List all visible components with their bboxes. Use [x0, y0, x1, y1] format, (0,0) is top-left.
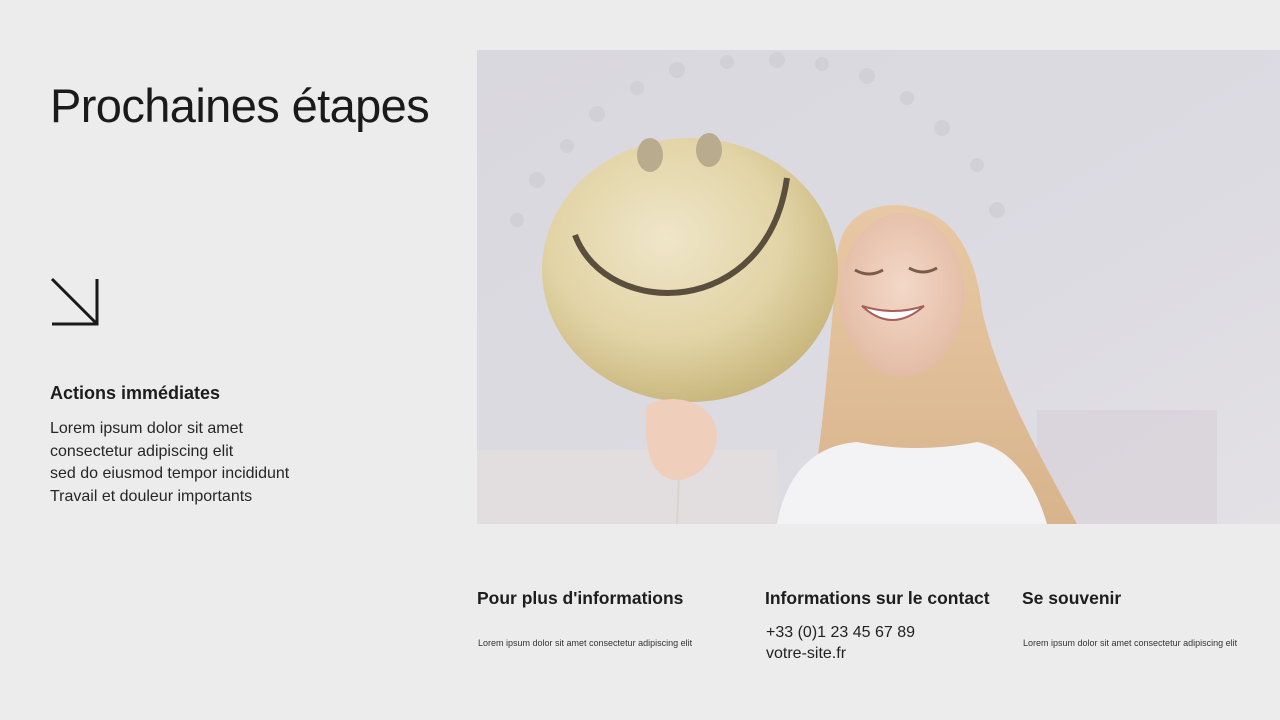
- contact-website: votre-site.fr: [766, 645, 847, 662]
- info-text: Lorem ipsum dolor sit amet consectetur a…: [478, 638, 693, 648]
- remember-text: Lorem ipsum dolor sit amet consectetur a…: [1023, 638, 1238, 648]
- contact-phone: +33 (0)1 23 45 67 89: [766, 624, 916, 641]
- list-item: Lorem ipsum dolor sit amet: [50, 420, 243, 437]
- list-item: Travail et douleur importants: [50, 487, 253, 505]
- info-heading: Pour plus d'informations: [477, 588, 684, 608]
- page-title: Prochaines étapes: [50, 79, 430, 132]
- actions-heading: Actions immédiates: [50, 383, 221, 403]
- hero-photo: [477, 50, 1280, 524]
- remember-heading: Se souvenir: [1022, 588, 1122, 608]
- list-item: consectetur adipiscing elit: [50, 442, 234, 460]
- list-item: sed do eiusmod tempor incididunt: [50, 465, 290, 482]
- arrow-down-right-icon: [50, 277, 99, 326]
- actions-list: Lorem ipsum dolor sit amet consectetur a…: [50, 418, 289, 508]
- contact-heading: Informations sur le contact: [765, 588, 990, 608]
